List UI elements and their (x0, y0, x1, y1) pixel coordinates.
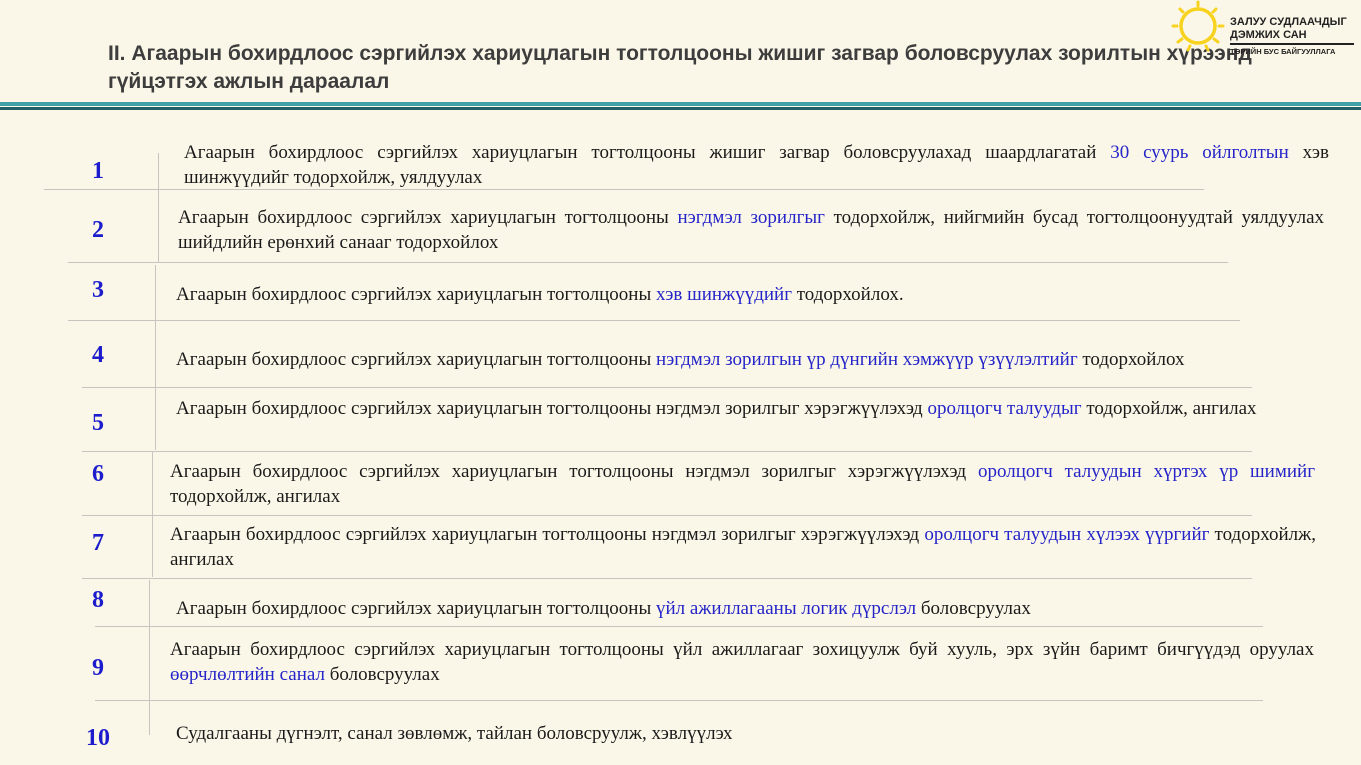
step-number: 9 (92, 655, 104, 681)
row-separator (95, 700, 1263, 701)
step-text-part: Агаарын бохирдлоос сэргийлэх хариуцлагын… (176, 398, 928, 419)
step-number: 2 (92, 217, 104, 243)
step-highlight: үйл ажиллагааны логик дүрслэл (655, 598, 917, 619)
step-number: 8 (92, 587, 104, 613)
header-accent-bar-dark (0, 107, 1361, 110)
step-number: 3 (92, 277, 104, 303)
step-highlight: 30 суурь ойлголтын (1110, 142, 1289, 163)
step-text-part: Агаарын бохирдлоос сэргийлэх хариуцлагын… (178, 207, 678, 228)
step-number: 5 (92, 410, 104, 436)
step-text-part: Агаарын бохирдлоос сэргийлэх хариуцлагын… (176, 284, 656, 305)
column-separator (155, 265, 156, 450)
step-text: Агаарын бохирдлоос сэргийлэх хариуцлагын… (170, 459, 1315, 509)
step-number: 7 (92, 530, 104, 556)
step-highlight: оролцогч талуудын хүртэх үр шимийг (978, 461, 1315, 482)
step-text-part: Агаарын бохирдлоос сэргийлэх хариуцлагын… (176, 349, 656, 370)
column-separator (158, 153, 159, 263)
row-separator (82, 387, 1252, 388)
step-highlight: оролцогч талуудыг (927, 398, 1082, 419)
step-text: Агаарын бохирдлоос сэргийлэх хариуцлагын… (170, 637, 1314, 687)
page-title: II. Агаарын бохирдлоос сэргийлэх хариуцл… (108, 42, 1252, 93)
step-text-part: тодорхойлох. (791, 284, 904, 305)
step-text: Агаарын бохирдлоос сэргийлэх хариуцлагын… (176, 396, 1321, 421)
row-separator (82, 451, 1252, 452)
column-separator (149, 580, 150, 735)
step-text: Агаарын бохирдлоос сэргийлэх хариуцлагын… (176, 347, 1316, 372)
step-text-part: Агаарын бохирдлоос сэргийлэх хариуцлагын… (184, 142, 1111, 163)
step-text-part: Агаарын бохирдлоос сэргийлэх хариуцлагын… (170, 524, 925, 545)
step-highlight: өөрчлөлтийн санал (170, 664, 325, 685)
logo-text-line3: ТӨРИЙН БУС БАЙГУУЛЛАГА (1230, 47, 1336, 56)
row-separator (95, 626, 1263, 627)
step-number: 1 (92, 158, 104, 184)
row-separator (82, 515, 1252, 516)
step-number: 4 (92, 342, 104, 368)
row-separator (82, 578, 1252, 579)
step-number: 6 (92, 461, 104, 487)
header-accent-bar (0, 102, 1361, 106)
organization-logo: ЗАЛУУ СУДЛААЧДЫГ ДЭМЖИХ САН ТӨРИЙН БУС Б… (1168, 0, 1361, 62)
step-text-part: тодорхойлж, ангилах (1081, 398, 1257, 419)
sun-logo-icon (1171, 0, 1225, 52)
logo-divider (1230, 43, 1354, 45)
step-text-part: Агаарын бохирдлоос сэргийлэх хариуцлагын… (176, 598, 656, 619)
step-text-part: Агаарын бохирдлоос сэргийлэх хариуцлагын… (170, 639, 1314, 660)
step-highlight: оролцогч талуудын хүлээх үүргийг (924, 524, 1210, 545)
step-number: 10 (86, 725, 110, 751)
step-text: Агаарын бохирдлоос сэргийлэх хариуцлагын… (176, 596, 1316, 621)
step-text-part: Агаарын бохирдлоос сэргийлэх хариуцлагын… (170, 461, 979, 482)
step-text: Агаарын бохирдлоос сэргийлэх хариуцлагын… (176, 282, 1316, 307)
logo-text-line2: ДЭМЖИХ САН (1230, 29, 1307, 41)
step-text-part: боловсруулах (916, 598, 1031, 619)
step-text: Судалгааны дүгнэлт, санал зөвлөмж, тайла… (176, 721, 1316, 746)
row-separator (68, 320, 1240, 321)
step-text-part: тодорхойлж, ангилах (170, 486, 341, 507)
step-text: Агаарын бохирдлоос сэргийлэх хариуцлагын… (178, 205, 1324, 255)
step-text-part: тодорхойлох (1077, 349, 1185, 370)
step-highlight: нэгдмэл зорилгын үр дүнгийн хэмжүүр үзүү… (655, 349, 1078, 370)
step-text: Агаарын бохирдлоос сэргийлэх хариуцлагын… (184, 140, 1329, 190)
step-text-part: Судалгааны дүгнэлт, санал зөвлөмж, тайла… (176, 723, 733, 744)
step-text-part: боловсруулах (324, 664, 440, 685)
step-text: Агаарын бохирдлоос сэргийлэх хариуцлагын… (170, 522, 1316, 572)
step-highlight: нэгдмэл зорилгыг (677, 207, 825, 228)
row-separator (68, 262, 1228, 263)
logo-text-line1: ЗАЛУУ СУДЛААЧДЫГ (1230, 16, 1347, 28)
step-highlight: хэв шинжүүдийг (655, 284, 792, 305)
